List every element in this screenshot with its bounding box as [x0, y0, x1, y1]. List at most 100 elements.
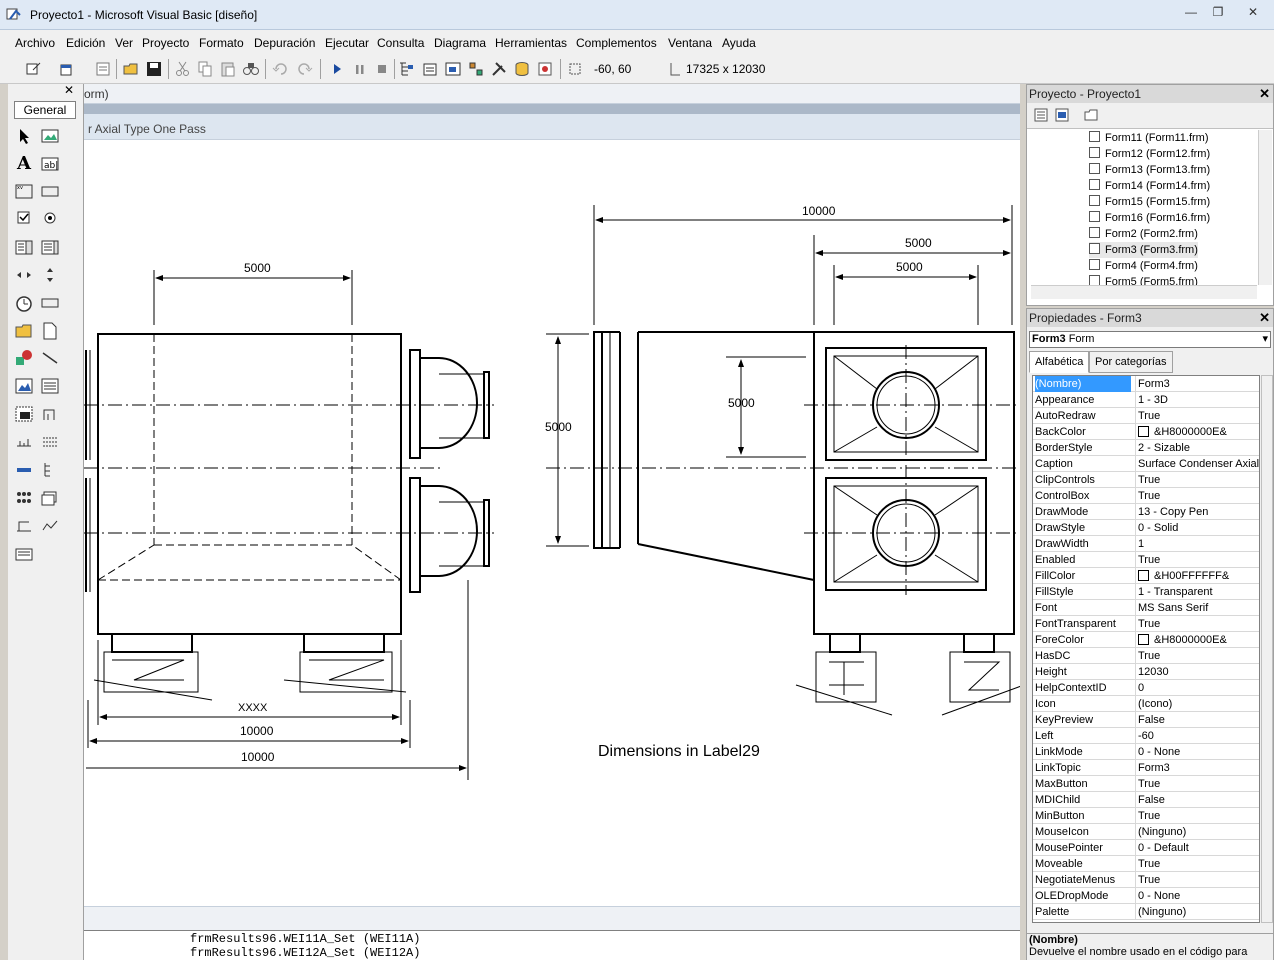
property-value[interactable]: True [1135, 552, 1259, 568]
custom-tool-6-icon[interactable] [40, 488, 60, 508]
form-canvas[interactable]: 5000 XXXX 10000 10000 10000 5000 5000 50… [84, 140, 1020, 906]
tree-item-form4[interactable]: Form4 (Form4.frm) [1089, 258, 1198, 274]
property-row[interactable]: MDIChild False [1033, 792, 1259, 808]
stop-icon[interactable] [373, 60, 391, 78]
line-tool-icon[interactable] [40, 348, 60, 368]
property-value[interactable]: True [1135, 616, 1259, 632]
menu-herramientas[interactable]: Herramientas [495, 36, 567, 50]
image-tool-icon[interactable] [14, 376, 34, 396]
menu-proyecto[interactable]: Proyecto [142, 36, 189, 50]
pause-icon[interactable] [351, 60, 369, 78]
property-value[interactable]: &H00FFFFFF& [1135, 568, 1259, 584]
property-value[interactable]: True [1135, 648, 1259, 664]
property-row[interactable]: BackColor &H8000000E& [1033, 424, 1259, 440]
close-button[interactable]: ✕ [1240, 4, 1266, 22]
tab-alfabetica[interactable]: Alfabética [1029, 351, 1090, 373]
property-value[interactable]: 1 - Transparent [1135, 584, 1259, 600]
view-object-icon[interactable] [1054, 107, 1070, 123]
tree-item-form15[interactable]: Form15 (Form15.frm) [1089, 194, 1210, 210]
property-row[interactable]: ControlBox True [1033, 488, 1259, 504]
property-value[interactable]: 1 - 3D [1135, 392, 1259, 408]
data-tool-icon[interactable] [40, 376, 60, 396]
find-icon[interactable] [242, 60, 260, 78]
add-form-icon[interactable] [58, 60, 76, 78]
property-value[interactable]: -60 [1135, 728, 1259, 744]
property-row[interactable]: FillColor &H00FFFFFF& [1033, 568, 1259, 584]
menu-ventana[interactable]: Ventana [668, 36, 712, 50]
hscrollbar-tool-icon[interactable] [14, 265, 34, 285]
property-row[interactable]: NegotiateMenus True [1033, 872, 1259, 888]
custom-tool-1-icon[interactable] [40, 404, 60, 424]
custom-tool-9-icon[interactable] [14, 544, 34, 564]
property-value[interactable]: 13 - Copy Pen [1135, 504, 1259, 520]
property-value[interactable]: 2 - Sizable [1135, 440, 1259, 456]
property-value[interactable]: Form3 [1135, 376, 1259, 392]
property-row[interactable]: ClipControls True [1033, 472, 1259, 488]
property-value[interactable]: 12030 [1135, 664, 1259, 680]
commandbutton-tool-icon[interactable] [40, 181, 60, 201]
property-value[interactable]: 1 [1135, 536, 1259, 552]
menu-archivo[interactable]: Archivo [15, 36, 55, 50]
custom-tool-5-icon[interactable] [14, 488, 34, 508]
property-row[interactable]: Moveable True [1033, 856, 1259, 872]
timer-tool-icon[interactable] [14, 293, 34, 313]
property-row[interactable]: LinkTopic Form3 [1033, 760, 1259, 776]
menu-edicion[interactable]: Edición [66, 36, 105, 50]
property-row[interactable]: MaxButton True [1033, 776, 1259, 792]
property-row[interactable]: MouseIcon (Ninguno) [1033, 824, 1259, 840]
copy-icon[interactable] [196, 60, 214, 78]
property-value[interactable]: Form3 [1135, 760, 1259, 776]
property-row[interactable]: KeyPreview False [1033, 712, 1259, 728]
property-row[interactable]: LinkMode 0 - None [1033, 744, 1259, 760]
cut-icon[interactable] [174, 60, 192, 78]
toolbox-close-button[interactable]: ✕ [62, 84, 76, 98]
properties-vscrollbar[interactable] [1261, 375, 1273, 923]
label-tool-icon[interactable]: A [14, 154, 34, 174]
object-selector[interactable]: Form3 Form ▾ [1029, 331, 1271, 348]
menu-formato[interactable]: Formato [199, 36, 244, 50]
property-row[interactable]: MousePointer 0 - Default [1033, 840, 1259, 856]
property-row[interactable]: DrawMode 13 - Copy Pen [1033, 504, 1259, 520]
property-row[interactable]: Left -60 [1033, 728, 1259, 744]
property-row[interactable]: Palette (Ninguno) [1033, 904, 1259, 920]
property-row[interactable]: Caption Surface Condenser Axial [1033, 456, 1259, 472]
property-value[interactable]: (Icono) [1135, 696, 1259, 712]
menu-complementos[interactable]: Complementos [576, 36, 657, 50]
custom-tool-4-icon[interactable] [14, 460, 34, 480]
property-value[interactable]: False [1135, 792, 1259, 808]
maximize-button[interactable]: ❐ [1205, 4, 1231, 22]
property-row[interactable]: Appearance 1 - 3D [1033, 392, 1259, 408]
view-code-icon[interactable] [1033, 107, 1049, 123]
property-value[interactable]: True [1135, 808, 1259, 824]
property-row[interactable]: Font MS Sans Serif [1033, 600, 1259, 616]
data-view-icon[interactable] [513, 60, 531, 78]
drivelistbox-tool-icon[interactable] [40, 293, 60, 313]
project-close-button[interactable]: ✕ [1259, 85, 1270, 103]
frame-tool-icon[interactable]: xv [14, 181, 34, 201]
optionbutton-tool-icon[interactable] [40, 208, 60, 228]
start-icon[interactable] [328, 60, 346, 78]
open-icon[interactable] [122, 60, 140, 78]
menu-editor-icon[interactable] [94, 60, 112, 78]
tree-item-form12[interactable]: Form12 (Form12.frm) [1089, 146, 1210, 162]
properties-window-icon[interactable] [421, 60, 439, 78]
property-value[interactable]: 0 [1135, 680, 1259, 696]
toggle-folders-icon[interactable] [1083, 107, 1099, 123]
picturebox-tool-icon[interactable] [40, 126, 60, 146]
property-value[interactable]: True [1135, 408, 1259, 424]
property-value[interactable]: 0 - None [1135, 744, 1259, 760]
property-row[interactable]: DrawStyle 0 - Solid [1033, 520, 1259, 536]
property-row[interactable]: MinButton True [1033, 808, 1259, 824]
property-value[interactable]: 0 - Solid [1135, 520, 1259, 536]
dirlistbox-tool-icon[interactable] [14, 321, 34, 341]
shape-tool-icon[interactable] [14, 348, 34, 368]
custom-tool-8-icon[interactable] [40, 516, 60, 536]
property-row[interactable]: (Nombre) Form3 [1033, 376, 1259, 392]
property-value[interactable]: True [1135, 472, 1259, 488]
ole-tool-icon[interactable] [14, 404, 34, 424]
property-row[interactable]: ForeColor &H8000000E& [1033, 632, 1259, 648]
tree-item-form11[interactable]: Form11 (Form11.frm) [1089, 130, 1209, 146]
toolbox-general-tab[interactable]: General [14, 101, 76, 119]
menu-diagrama[interactable]: Diagrama [434, 36, 486, 50]
treeview-tool-icon[interactable] [40, 460, 60, 480]
